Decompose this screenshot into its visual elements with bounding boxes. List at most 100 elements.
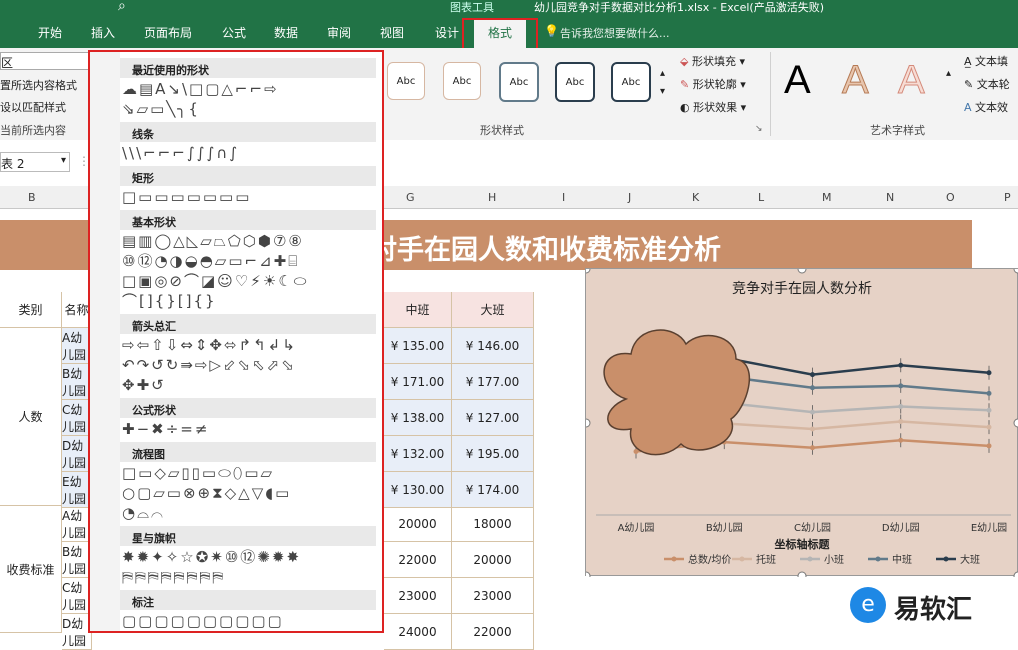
shapes-row[interactable]: □▣◎⊘⌒◪☺♡⚡☀☾⬭ [122,272,372,290]
group-people-label[interactable]: 人数 [0,328,62,506]
scroll-down-icon[interactable]: ▾ [660,86,665,97]
print-preview-icon[interactable]: ⌕ [118,0,126,14]
col-b[interactable]: B [28,191,36,204]
table-cell-mid[interactable]: ¥ 132.00 [384,436,452,472]
section-arrows-label: 箭头总汇 [132,320,176,333]
col-j[interactable]: J [628,191,631,204]
shape-style-4[interactable]: Abc [555,62,595,102]
text-effects-label: 文本效 [975,101,1009,114]
pen-icon: ✎ [680,78,690,91]
tab-formulas[interactable]: 公式 [222,24,246,41]
dialog-launcher-icon[interactable]: ↘ [755,124,763,134]
line-chart[interactable]: 竞争对手在园人数分析 A幼儿园 B幼儿园 C幼儿园 D幼儿园 E幼儿园坐标轴标题总数/均价… [581,264,1018,581]
shapes-row[interactable]: ⛿⛿⛿⛿⛿⛿⛿⛿ [122,568,372,586]
shapes-row[interactable]: ⌒[]{}[]{} [122,292,372,310]
shapes-row[interactable]: ✥✚↺ [122,376,372,394]
tab-data[interactable]: 数据 [274,24,298,41]
table-cell-mid[interactable]: ¥ 135.00 [384,328,452,364]
section-lines: 线条 [120,122,376,142]
section-basic-shapes-label: 基本形状 [132,216,176,229]
col-g[interactable]: G [406,191,415,204]
reset-style-button[interactable]: 设以匹配样式 [0,99,66,115]
header-type[interactable]: 类别 [0,292,62,328]
name-box[interactable]: 表 2 ▾ [0,152,70,172]
col-p[interactable]: P [1004,191,1011,204]
scroll-up-icon[interactable]: ▴ [660,68,665,79]
table-cell-big[interactable]: ¥ 195.00 [452,436,534,472]
table-cell-big[interactable]: ¥ 174.00 [452,472,534,508]
shapes-row[interactable]: ◔⌓⌒ [122,504,372,522]
table-cell-big[interactable]: ¥ 146.00 [452,328,534,364]
table-cell-big[interactable]: 23000 [452,578,534,614]
table-cell-mid[interactable]: ¥ 171.00 [384,364,452,400]
col-n[interactable]: N [886,191,894,204]
shape-style-1[interactable]: Abc [387,62,425,100]
section-arrows: 箭头总汇 [120,314,376,334]
tell-me-box[interactable]: 告诉我您想要做什么... [560,25,670,41]
shape-effects-button[interactable]: ◐ 形状效果 ▾ [680,99,746,115]
wordart-tan[interactable]: A [842,58,870,103]
table-cell-mid[interactable]: 22000 [384,542,452,578]
legend-label: 大班 [960,553,980,566]
table-cell-mid[interactable]: ¥ 130.00 [384,472,452,508]
col-m[interactable]: M [822,191,832,204]
title-bar: 图表工具 幼儿园竞争对手数据对比分析1.xlsx - Excel(产品激活失败)… [0,0,1018,52]
table-cell-big[interactable]: 20000 [452,542,534,578]
shapes-row[interactable]: ☁▤A↘\□▢△⌐⌐⇨ [122,80,372,98]
shape-outline-button[interactable]: ✎ 形状轮廓 ▾ [680,76,746,92]
tab-design[interactable]: 设计 [435,24,459,41]
table-cell-big[interactable]: ¥ 177.00 [452,364,534,400]
text-effects-button[interactable]: A 文本效 [964,99,1008,115]
text-fill-label: 文本填 [975,55,1009,68]
text-fill-button[interactable]: A̲ 文本填 [964,53,1008,69]
shapes-row[interactable]: ✚−✖÷=≠ [122,420,372,438]
table-cell-mid[interactable]: 23000 [384,578,452,614]
table-cell-big[interactable]: 22000 [452,614,534,650]
shapes-row[interactable]: ⇨⇦⇧⇩⇔⇕✥⬄↱↰↲↳ [122,336,372,354]
shapes-row[interactable]: ↶↷↺↻⇛⇨▷⬃⬂⬁⬀⬂ [122,356,372,374]
shapes-row[interactable]: \\\⌐⌐⌐∫∫∫∩∫ [122,144,372,162]
shapes-row[interactable]: ▤▥◯△◺▱⏢⬠⬡⬢⑦⑧ [122,232,372,250]
table-cell-mid[interactable]: ¥ 138.00 [384,400,452,436]
legend-label: 托班 [756,553,776,566]
col-h[interactable]: H [488,191,496,204]
tab-page-layout[interactable]: 页面布局 [144,24,192,41]
header-big[interactable]: 大班 [452,292,534,328]
scroll-up-icon-2[interactable]: ▴ [946,68,951,79]
header-mid[interactable]: 中班 [384,292,452,328]
col-i[interactable]: I [562,191,565,204]
section-basic-shapes: 基本形状 [120,210,376,230]
table-cell-big[interactable]: 18000 [452,506,534,542]
shapes-row[interactable]: ○▢▱▭⊗⊕⧗◇△▽◖▭ [122,484,372,502]
data-point [898,404,904,409]
text-effects-icon: A [964,101,972,114]
shape-style-2[interactable]: Abc [443,62,481,100]
tab-home[interactable]: 开始 [38,24,62,41]
shapes-row[interactable]: □▭▭▭▭▭▭▭ [122,188,372,206]
tab-view[interactable]: 视图 [380,24,404,41]
shapes-row[interactable]: ⑩⑫◔◑◒◓▱▭⌐⊿✚⌸ [122,252,372,270]
resize-handle [581,571,591,581]
shapes-row[interactable]: ▢▢▢▢▢▢▢▢▢▢ [122,612,372,630]
text-outline-button[interactable]: ✎ 文本轮 [964,76,1010,92]
shapes-row[interactable]: □▭◇▱▯▯▭⬭⬯▭▱ [122,464,372,482]
table-cell-mid[interactable]: 24000 [384,614,452,650]
table-cell-mid[interactable]: 20000 [384,506,452,542]
chart-area[interactable]: 竞争对手在园人数分析 A幼儿园 B幼儿园 C幼儿园 D幼儿园 E幼儿园 坐标轴标题 总数/均价… [581,264,1018,581]
tab-review[interactable]: 审阅 [327,24,351,41]
table-cell-big[interactable]: ¥ 127.00 [452,400,534,436]
col-k[interactable]: K [692,191,699,204]
group-fee-label[interactable]: 收费标准 [0,506,62,633]
shape-fill-button[interactable]: ⬙ 形状填充 ▾ [680,53,745,69]
col-l[interactable]: L [758,191,764,204]
shape-style-5[interactable]: Abc [611,62,651,102]
format-selection-button[interactable]: 置所选内容格式 [0,77,77,93]
shape-style-3[interactable]: Abc [499,62,539,102]
shapes-row[interactable]: ✸✹✦✧☆✪✷⑩⑫✺✹✸ [122,548,372,566]
shapes-dropdown[interactable]: 最近使用的形状 ☁▤A↘\□▢△⌐⌐⇨ ⇘▱▭╲╮{ 线条 \\\⌐⌐⌐∫∫∫∩… [88,50,384,633]
col-o[interactable]: O [946,191,955,204]
wordart-pink[interactable]: A [898,58,926,103]
tab-insert[interactable]: 插入 [91,24,115,41]
shapes-row[interactable]: ⇘▱▭╲╮{ [122,100,372,118]
wordart-black[interactable]: A [784,58,811,103]
